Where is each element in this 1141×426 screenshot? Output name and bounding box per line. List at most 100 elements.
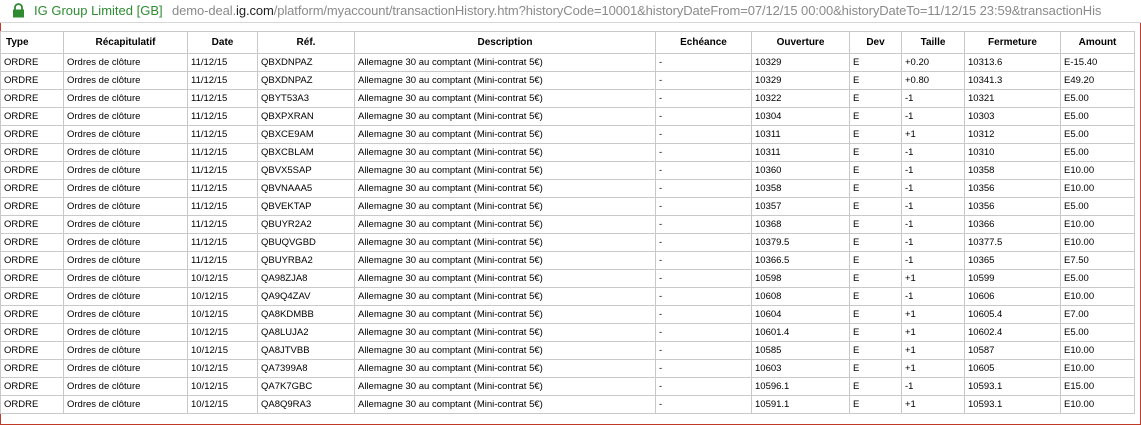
table-row[interactable]: ORDRE Ordres de clôture 10/12/15 QA8Q9RA3 Al… — [0, 395, 1135, 414]
cell-description: Allemagne 30 au comptant (Mini-contrat 5… — [354, 125, 656, 144]
cell-date: 10/12/15 — [187, 305, 258, 324]
table-row[interactable]: ORDRE Ordres de clôture 11/12/15 QBXDNPAZ Al… — [0, 53, 1135, 72]
cell-amount: E5.00 — [1060, 107, 1135, 126]
cell-expiry: - — [655, 53, 752, 72]
cell-type: ORDRE — [0, 71, 64, 90]
table-row[interactable]: ORDRE Ordres de clôture 11/12/15 QBYT53A3 Al… — [0, 89, 1135, 108]
cell-size: +1 — [901, 341, 965, 360]
cell-size: -1 — [901, 107, 965, 126]
cell-closing: 10356 — [964, 179, 1061, 198]
cell-amount: E5.00 — [1060, 143, 1135, 162]
cell-closing: 10341.3 — [964, 71, 1061, 90]
cell-amount: E-15.40 — [1060, 53, 1135, 72]
cell-currency: E — [849, 179, 902, 198]
cell-currency: E — [849, 377, 902, 396]
cell-ref: QBXDNPAZ — [257, 71, 355, 90]
cell-type: ORDRE — [0, 143, 64, 162]
table-row[interactable]: ORDRE Ordres de clôture 10/12/15 QA7K7GBC Al… — [0, 377, 1135, 396]
cell-closing: 10593.1 — [964, 395, 1061, 414]
cell-summary: Ordres de clôture — [63, 197, 188, 216]
table-row[interactable]: ORDRE Ordres de clôture 10/12/15 QA8JTVBB Al… — [0, 341, 1135, 360]
column-header-currency[interactable]: Dev — [849, 31, 902, 54]
cell-description: Allemagne 30 au comptant (Mini-contrat 5… — [354, 71, 656, 90]
cell-amount: E10.00 — [1060, 233, 1135, 252]
cell-ref: QA7K7GBC — [257, 377, 355, 396]
cell-size: +1 — [901, 395, 965, 414]
cell-date: 11/12/15 — [187, 125, 258, 144]
table-row[interactable]: ORDRE Ordres de clôture 11/12/15 QBVNAAA5 Al… — [0, 179, 1135, 198]
column-header-closing[interactable]: Fermeture — [964, 31, 1061, 54]
cell-size: -1 — [901, 233, 965, 252]
cell-ref: QBXPXRAN — [257, 107, 355, 126]
cell-currency: E — [849, 341, 902, 360]
column-header-opening[interactable]: Ouverture — [751, 31, 850, 54]
column-header-ref[interactable]: Réf. — [257, 31, 355, 54]
cell-date: 11/12/15 — [187, 53, 258, 72]
table-row[interactable]: ORDRE Ordres de clôture 11/12/15 QBXCBLAM Al… — [0, 143, 1135, 162]
table-row[interactable]: ORDRE Ordres de clôture 11/12/15 QBXPXRAN Al… — [0, 107, 1135, 126]
table-row[interactable]: ORDRE Ordres de clôture 10/12/15 QA9Q4ZAV Al… — [0, 287, 1135, 306]
cell-ref: QBXCE9AM — [257, 125, 355, 144]
cell-description: Allemagne 30 au comptant (Mini-contrat 5… — [354, 215, 656, 234]
cell-currency: E — [849, 107, 902, 126]
table-row[interactable]: ORDRE Ordres de clôture 11/12/15 QBXCE9AM Al… — [0, 125, 1135, 144]
cell-summary: Ordres de clôture — [63, 179, 188, 198]
cell-currency: E — [849, 359, 902, 378]
cell-opening: 10360 — [751, 161, 850, 180]
column-header-amount[interactable]: Amount — [1060, 31, 1135, 54]
cell-description: Allemagne 30 au comptant (Mini-contrat 5… — [354, 287, 656, 306]
cell-size: +1 — [901, 125, 965, 144]
column-header-summary[interactable]: Récapitulatif — [63, 31, 188, 54]
cell-ref: QBYT53A3 — [257, 89, 355, 108]
cell-ref: QBVX5SAP — [257, 161, 355, 180]
cell-closing: 10321 — [964, 89, 1061, 108]
table-row[interactable]: ORDRE Ordres de clôture 11/12/15 QBVX5SAP Al… — [0, 161, 1135, 180]
table-row[interactable]: ORDRE Ordres de clôture 11/12/15 QBUYR2A2 Al… — [0, 215, 1135, 234]
cell-type: ORDRE — [0, 197, 64, 216]
column-header-expiry[interactable]: Echéance — [655, 31, 752, 54]
table-row[interactable]: ORDRE Ordres de clôture 10/12/15 QA98ZJA8 Al… — [0, 269, 1135, 288]
cell-summary: Ordres de clôture — [63, 359, 188, 378]
cell-description: Allemagne 30 au comptant (Mini-contrat 5… — [354, 53, 656, 72]
column-header-description[interactable]: Description — [354, 31, 656, 54]
cell-currency: E — [849, 395, 902, 414]
cell-opening: 10366.5 — [751, 251, 850, 270]
cell-date: 11/12/15 — [187, 197, 258, 216]
site-identity[interactable]: IG Group Limited [GB] — [34, 1, 163, 21]
table-row[interactable]: ORDRE Ordres de clôture 11/12/15 QBVEKTAP Al… — [0, 197, 1135, 216]
column-header-date[interactable]: Date — [187, 31, 258, 54]
table-row[interactable]: ORDRE Ordres de clôture 11/12/15 QBXDNPAZ Al… — [0, 71, 1135, 90]
table-row[interactable]: ORDRE Ordres de clôture 11/12/15 QBUYRBA2 Al… — [0, 251, 1135, 270]
cell-expiry: - — [655, 215, 752, 234]
cell-expiry: - — [655, 197, 752, 216]
cell-expiry: - — [655, 269, 752, 288]
url-text[interactable]: demo-deal.ig.com/platform/myaccount/tran… — [172, 1, 1101, 21]
column-header-size[interactable]: Taille — [901, 31, 965, 54]
cell-size: -1 — [901, 251, 965, 270]
cell-summary: Ordres de clôture — [63, 107, 188, 126]
cell-type: ORDRE — [0, 179, 64, 198]
table-row[interactable]: ORDRE Ordres de clôture 11/12/15 QBUQVGBD Al… — [0, 233, 1135, 252]
cell-amount: E15.00 — [1060, 377, 1135, 396]
cell-summary: Ordres de clôture — [63, 215, 188, 234]
table-row[interactable]: ORDRE Ordres de clôture 10/12/15 QA8LUJA2 Al… — [0, 323, 1135, 342]
cell-date: 11/12/15 — [187, 215, 258, 234]
cell-opening: 10604 — [751, 305, 850, 324]
cell-closing: 10313.6 — [964, 53, 1061, 72]
cell-type: ORDRE — [0, 269, 64, 288]
cell-closing: 10587 — [964, 341, 1061, 360]
cell-summary: Ordres de clôture — [63, 143, 188, 162]
table-row[interactable]: ORDRE Ordres de clôture 10/12/15 QA7399A8 Al… — [0, 359, 1135, 378]
cell-closing: 10377.5 — [964, 233, 1061, 252]
address-bar[interactable]: IG Group Limited [GB] demo-deal.ig.com/p… — [0, 0, 1141, 23]
column-header-type[interactable]: Type — [0, 31, 64, 54]
cell-description: Allemagne 30 au comptant (Mini-contrat 5… — [354, 161, 656, 180]
cell-opening: 10598 — [751, 269, 850, 288]
url-domain: ig.com — [236, 3, 274, 18]
table-row[interactable]: ORDRE Ordres de clôture 10/12/15 QA8KDMBB Al… — [0, 305, 1135, 324]
cell-currency: E — [849, 269, 902, 288]
cell-description: Allemagne 30 au comptant (Mini-contrat 5… — [354, 305, 656, 324]
cell-amount: E5.00 — [1060, 125, 1135, 144]
cell-summary: Ordres de clôture — [63, 89, 188, 108]
cell-expiry: - — [655, 161, 752, 180]
